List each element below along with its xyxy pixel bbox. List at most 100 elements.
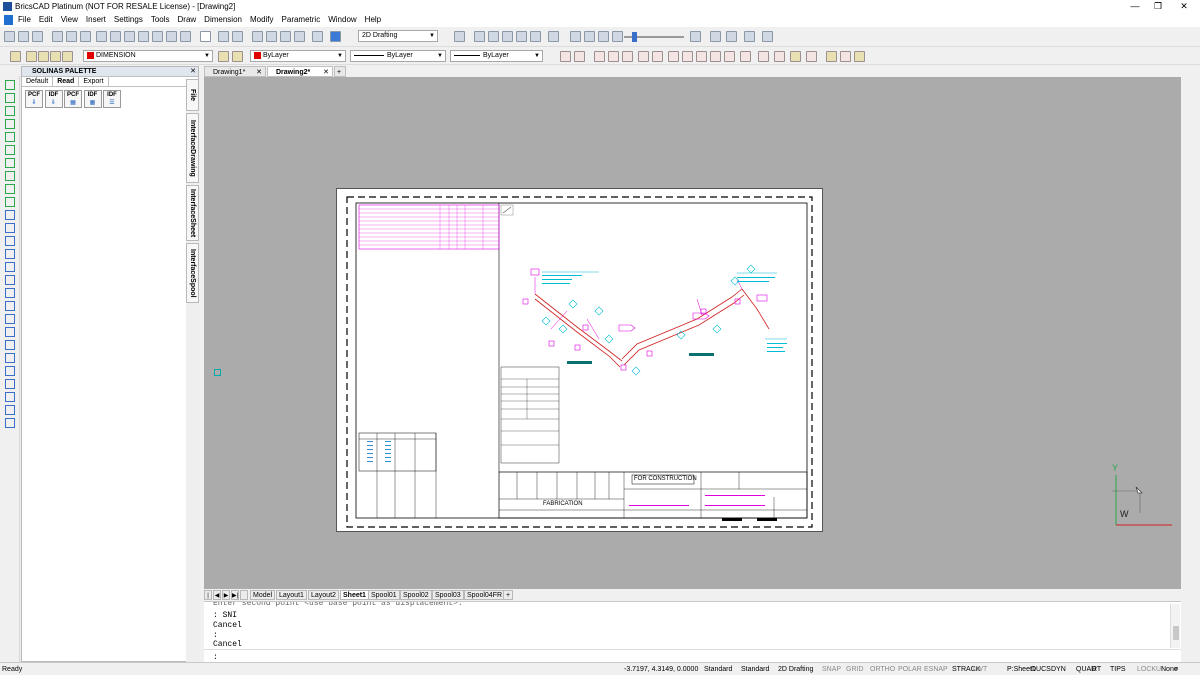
explode-icon[interactable] [180,31,191,42]
document-menu-icon[interactable] [4,15,13,25]
layer-lock-icon[interactable] [50,51,61,62]
close-window-button[interactable]: ✕ [1176,1,1192,12]
status-toggle-ortho[interactable]: ORTHO [870,666,895,673]
menu-item-settings[interactable]: Settings [114,15,143,24]
snap-quadrant-icon[interactable] [622,51,633,62]
status-toggle-dyn[interactable]: DYN [1051,666,1066,673]
save-icon[interactable] [32,31,43,42]
spell-icon[interactable] [166,31,177,42]
delete-icon[interactable] [200,31,211,42]
camera-icon[interactable] [598,31,609,42]
snap-endpoint-icon[interactable] [560,51,571,62]
publish-icon[interactable] [80,31,91,42]
ellipse-icon[interactable] [5,145,15,155]
palette-import-button[interactable]: PCF ▦ [64,90,82,108]
menu-item-help[interactable]: Help [365,15,381,24]
scrollbar-thumb[interactable] [1173,626,1179,640]
layer-select[interactable]: DIMENSION ▼ [83,50,213,62]
snap-grid-icon[interactable] [840,51,851,62]
status-toggle-standard[interactable]: Standard [704,666,732,673]
snap-center-icon[interactable] [594,51,605,62]
snap-extension-icon[interactable] [740,51,751,62]
snap-nearest-icon[interactable] [696,51,707,62]
menu-item-modify[interactable]: Modify [250,15,274,24]
solids-icon[interactable] [5,405,15,415]
mtext-icon[interactable] [5,288,15,298]
layer-states-icon[interactable] [10,51,21,62]
layout-tab-sheet1[interactable]: Sheet1 [340,590,369,600]
sheet-icon[interactable] [690,31,701,42]
clear-snaps-icon[interactable] [790,51,801,62]
hatch-icon[interactable] [5,197,15,207]
command-line-panel[interactable]: Enter second point <use base point as di… [204,601,1181,662]
render-icon[interactable] [584,31,595,42]
snap-toggle-icon[interactable] [806,51,817,62]
group-icon[interactable] [5,340,15,350]
layout-tab-spool03[interactable]: Spool03 [432,590,464,600]
layer-on-icon[interactable] [26,51,37,62]
properties-icon[interactable] [280,31,291,42]
match-properties-icon[interactable] [152,31,163,42]
status-toggle-polar[interactable]: POLAR [898,666,922,673]
layout-list-icon[interactable] [240,590,248,600]
snap-intersection-icon[interactable] [638,51,649,62]
clone-icon[interactable] [138,31,149,42]
table-icon[interactable] [5,262,15,272]
open-icon[interactable] [18,31,29,42]
region-icon[interactable] [5,210,15,220]
layout-nav-button[interactable]: ◀ [213,590,221,600]
zoom-previous-icon[interactable] [530,31,541,42]
help-icon[interactable] [330,31,341,42]
palette-import-button[interactable]: IDF ☰ [103,90,121,108]
snap-midpoint-icon[interactable] [574,51,585,62]
print-icon[interactable] [52,31,63,42]
layout-tab-spool02[interactable]: Spool02 [400,590,432,600]
palette-import-button[interactable]: PCF ⇩ [25,90,43,108]
point-icon[interactable] [5,184,15,194]
zoom-extents-icon[interactable] [516,31,527,42]
zoom-in-icon[interactable] [474,31,485,42]
copy-icon[interactable] [110,31,121,42]
status-toggle-grid[interactable]: GRID [846,666,864,673]
view-icon[interactable] [570,31,581,42]
layout-icon[interactable] [744,31,755,42]
snap-settings-icon[interactable] [774,51,785,62]
layout-tab-layout1[interactable]: Layout1 [276,590,307,600]
polyline-icon[interactable] [5,93,15,103]
multiline-icon[interactable] [5,392,15,402]
palette-import-button[interactable]: IDF ▦ [83,90,102,108]
palette-tab-default[interactable]: Default [22,77,54,86]
palette-tab-export[interactable]: Export [79,77,109,86]
menu-item-file[interactable]: File [18,15,31,24]
menu-item-parametric[interactable]: Parametric [282,15,321,24]
layer-previous-icon[interactable] [232,51,243,62]
menu-item-tools[interactable]: Tools [151,15,170,24]
tracking-icon[interactable] [854,51,865,62]
status-toggle-snap[interactable]: SNAP [822,666,841,673]
snap-none-icon[interactable] [758,51,769,62]
layout-tab-add[interactable]: + [503,590,514,600]
new-file-icon[interactable] [4,31,15,42]
color-select[interactable]: ByLayer ▼ [250,50,346,62]
layout-tab-model[interactable]: Model [250,590,276,600]
line-tool-icon[interactable] [252,31,263,42]
side-tab-interfacesheet[interactable]: InterfaceSheet [186,185,199,241]
cut-icon[interactable] [96,31,107,42]
status-toggle-2d-drafting[interactable]: 2D Drafting [778,666,813,673]
command-scrollbar[interactable] [1170,604,1180,648]
side-tab-file[interactable]: File [186,79,199,111]
new-tab-button[interactable]: + [334,66,346,77]
menu-item-draw[interactable]: Draw [178,15,197,24]
layers-icon[interactable] [294,31,305,42]
text-icon[interactable] [5,275,15,285]
layout-nav-button[interactable]: |◀ [204,590,212,609]
menu-item-window[interactable]: Window [328,15,356,24]
maximize-button[interactable]: ❐ [1150,1,1166,12]
snap-node-icon[interactable] [608,51,619,62]
eraser-icon[interactable] [266,31,277,42]
tab-drawing1[interactable]: Drawing1* ✕ [204,66,266,77]
palette-import-button[interactable]: IDF ⇩ [44,90,63,108]
status-toggle-lwt[interactable]: LWT [973,666,987,673]
layout-tab-spool04fr[interactable]: Spool04FR [464,590,506,600]
box-icon[interactable] [710,31,721,42]
